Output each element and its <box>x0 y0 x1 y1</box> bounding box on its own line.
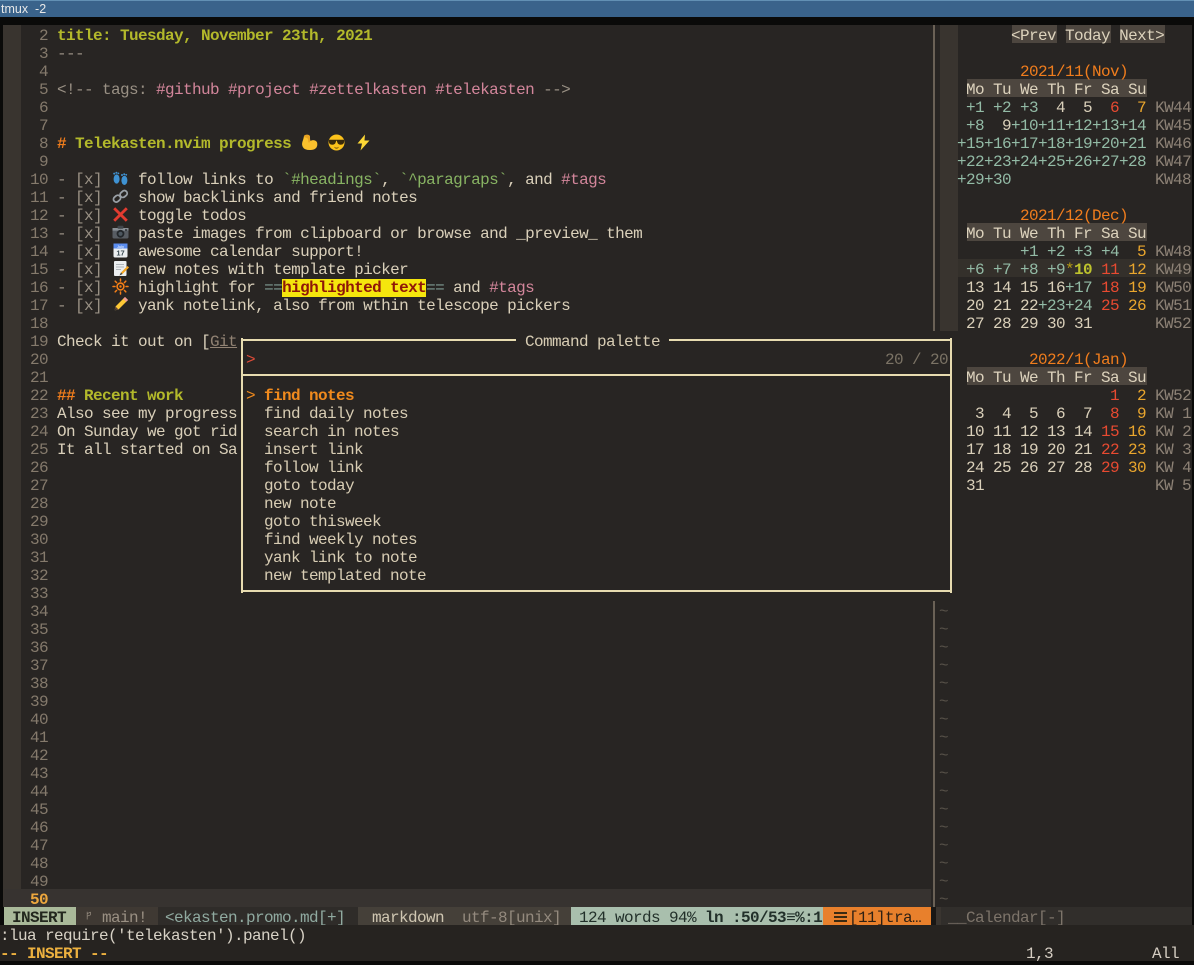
svg-text:17: 17 <box>116 248 124 257</box>
